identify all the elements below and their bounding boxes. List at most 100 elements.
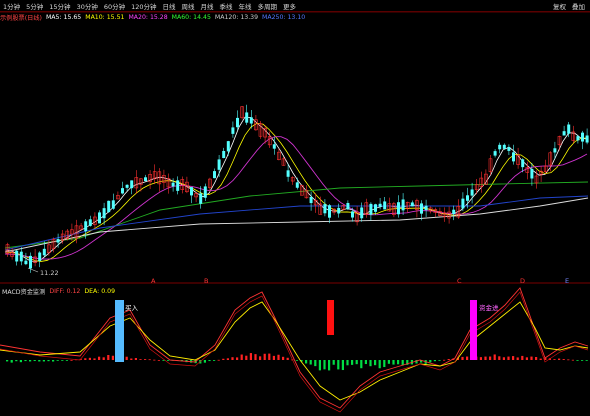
macd-bar (236, 357, 239, 360)
candle-body-down (553, 148, 557, 153)
macd-bar (571, 359, 574, 361)
candle-body-down (42, 248, 46, 256)
candle-body-down (507, 146, 511, 151)
macd-bar (328, 360, 331, 371)
macd-bar (93, 358, 96, 360)
candle-body-down (190, 187, 193, 196)
kline-chart[interactable]: 11.22 A B C D E 买入 资金进 (0, 0, 590, 416)
ma-lines (4, 116, 589, 263)
candle-body-down (493, 151, 497, 156)
candle-body-down (84, 221, 88, 232)
macd-bar (217, 359, 220, 361)
macd-bar (10, 360, 13, 363)
macd-bar (392, 360, 395, 365)
macd-bar (447, 358, 450, 360)
macd-bar (553, 359, 556, 360)
candle-body-down (111, 200, 115, 209)
candle-body-down (585, 135, 589, 143)
candle-body-down (383, 201, 387, 210)
signal-bar-fund (470, 300, 477, 360)
signal-bar-sell (327, 300, 334, 335)
macd-bar (521, 355, 524, 360)
candle-body-down (176, 180, 180, 191)
candle-body-down (217, 159, 221, 170)
macd-bar (314, 360, 317, 367)
candle-body-down (461, 198, 465, 209)
macd-bar (383, 360, 386, 368)
macd-bar (84, 358, 87, 360)
candle-body-down (171, 182, 175, 187)
macd-bar (102, 357, 105, 360)
macd-bar (111, 355, 114, 360)
candle-body-down (351, 211, 354, 218)
macd-bar (65, 360, 68, 361)
macd-lines (0, 287, 589, 413)
candle-body-down (378, 203, 382, 207)
candle-body-down (521, 159, 525, 168)
candle-body-down (107, 200, 111, 213)
macd-bar (153, 359, 156, 361)
macd-bar (52, 360, 55, 362)
macd-bar (6, 360, 9, 362)
macd-bar (286, 357, 289, 360)
candle-body-down (144, 177, 147, 181)
event-marker-c[interactable]: C (457, 277, 462, 285)
candle-body-down (360, 207, 364, 219)
macd-bar (512, 356, 515, 360)
candle-body-down (401, 199, 405, 211)
macd-bar (318, 360, 321, 371)
candle-body-down (466, 195, 469, 201)
macd-bar (254, 354, 257, 360)
macd-bar (493, 354, 496, 360)
candle-body-down (272, 144, 276, 149)
macd-bar (502, 357, 505, 360)
macd-bar (47, 360, 50, 362)
candle-body-down (56, 239, 60, 243)
macd-bar (263, 353, 266, 360)
macd-bar (268, 353, 271, 360)
event-marker-b[interactable]: B (204, 277, 208, 285)
macd-bar (558, 358, 561, 360)
macd-bar (88, 357, 91, 360)
macd-bar (378, 360, 381, 369)
macd-bar (139, 359, 142, 360)
signal-label-fund: 资金进 (479, 303, 499, 312)
macd-bar (507, 356, 510, 360)
candle-body-down (498, 144, 502, 150)
candle-body-down (581, 132, 584, 142)
macd-bar (130, 358, 133, 360)
macd-bar (341, 360, 344, 371)
macd-bar (222, 358, 225, 360)
macd-bar (360, 360, 363, 369)
candle-body-down (226, 141, 230, 152)
macd-bar (351, 360, 354, 365)
macd-bar (332, 360, 335, 365)
macd-bar (245, 355, 248, 360)
macd-bar (125, 356, 128, 360)
candle-body-down (236, 117, 239, 128)
candle-body-down (130, 180, 134, 189)
event-marker-e[interactable]: E (565, 277, 569, 285)
macd-bar (148, 359, 151, 361)
event-marker-a[interactable]: A (151, 277, 156, 285)
macd-bar (498, 356, 501, 360)
macd-bar (231, 357, 234, 360)
macd-bar (213, 360, 216, 361)
macd-bar (525, 357, 528, 360)
candle-body-down (245, 112, 249, 123)
candle-body-down (410, 202, 414, 207)
macd-bar (309, 360, 312, 365)
macd-bar (364, 360, 367, 365)
macd-bar (323, 360, 326, 370)
macd-bar (42, 360, 45, 362)
macd-bar (443, 359, 446, 361)
macd-bar (585, 360, 588, 361)
candle-body-down (88, 219, 92, 226)
macd-bar (226, 358, 229, 360)
candle-body-down (567, 124, 571, 134)
candle-body-down (452, 209, 456, 215)
macd-bar (203, 360, 206, 363)
macd-bar (24, 360, 27, 362)
event-marker-d[interactable]: D (520, 277, 525, 285)
candle-body-down (24, 260, 28, 265)
